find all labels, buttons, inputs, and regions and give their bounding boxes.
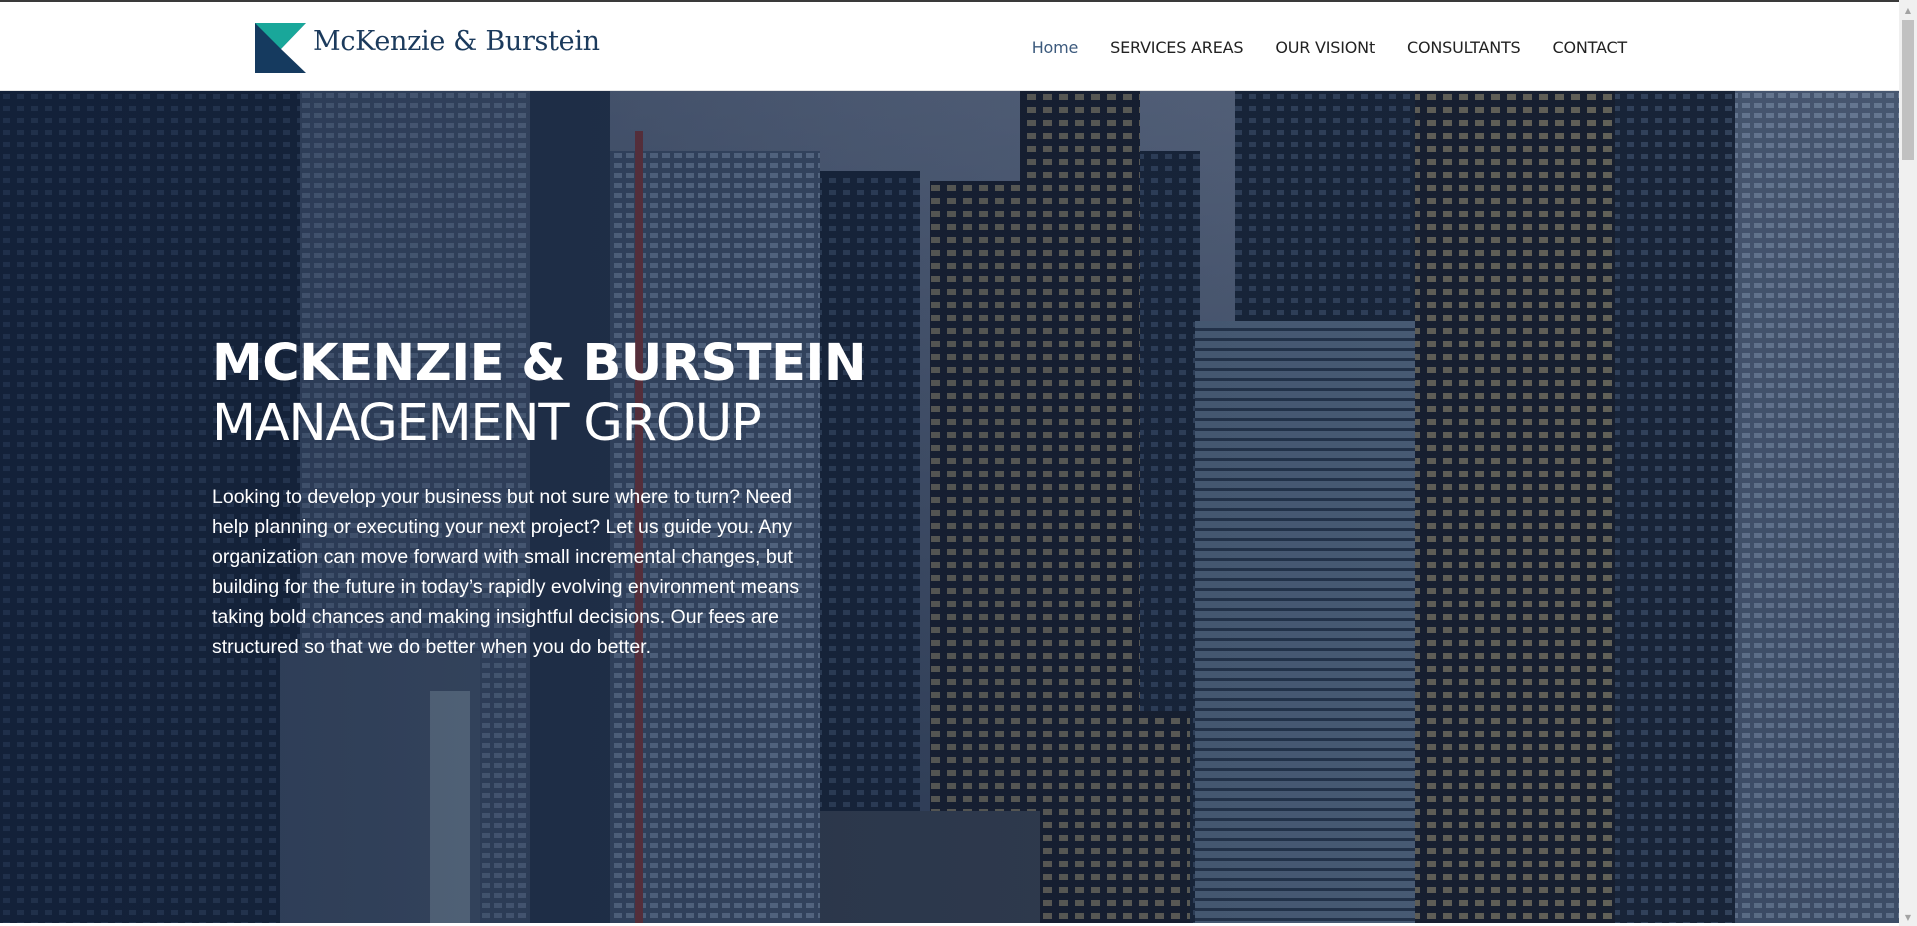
hero-subtitle: MANAGEMENT GROUP: [212, 394, 762, 453]
hero-content: MCKENZIE & BURSTEIN MANAGEMENT GROUP Loo…: [212, 334, 867, 662]
page-scrollbar[interactable]: ▲ ▼: [1899, 0, 1917, 926]
nav-item-consultants[interactable]: CONSULTANTS: [1407, 38, 1521, 57]
hero-section: MCKENZIE & BURSTEIN MANAGEMENT GROUP Loo…: [0, 91, 1899, 923]
hero-title: MCKENZIE & BURSTEIN: [212, 334, 867, 393]
logo-mark-icon[interactable]: [255, 23, 306, 73]
scroll-up-icon[interactable]: ▲: [1899, 2, 1917, 19]
hero-description: Looking to develop your business but not…: [212, 486, 800, 658]
brand-name[interactable]: McKenzie & Burstein: [313, 26, 600, 57]
scroll-thumb[interactable]: [1902, 20, 1914, 160]
scroll-down-icon[interactable]: ▼: [1899, 909, 1917, 926]
nav-item-contact[interactable]: CONTACT: [1553, 38, 1628, 57]
nav-item-home[interactable]: Home: [1032, 38, 1079, 57]
main-nav: Home SERVICES AREAS OUR VISIONt CONSULTA…: [1032, 38, 1627, 57]
site-header: McKenzie & Burstein Home SERVICES AREAS …: [0, 2, 1899, 91]
nav-item-our-vision[interactable]: OUR VISIONt: [1275, 38, 1375, 57]
nav-item-services-areas[interactable]: SERVICES AREAS: [1110, 38, 1243, 57]
